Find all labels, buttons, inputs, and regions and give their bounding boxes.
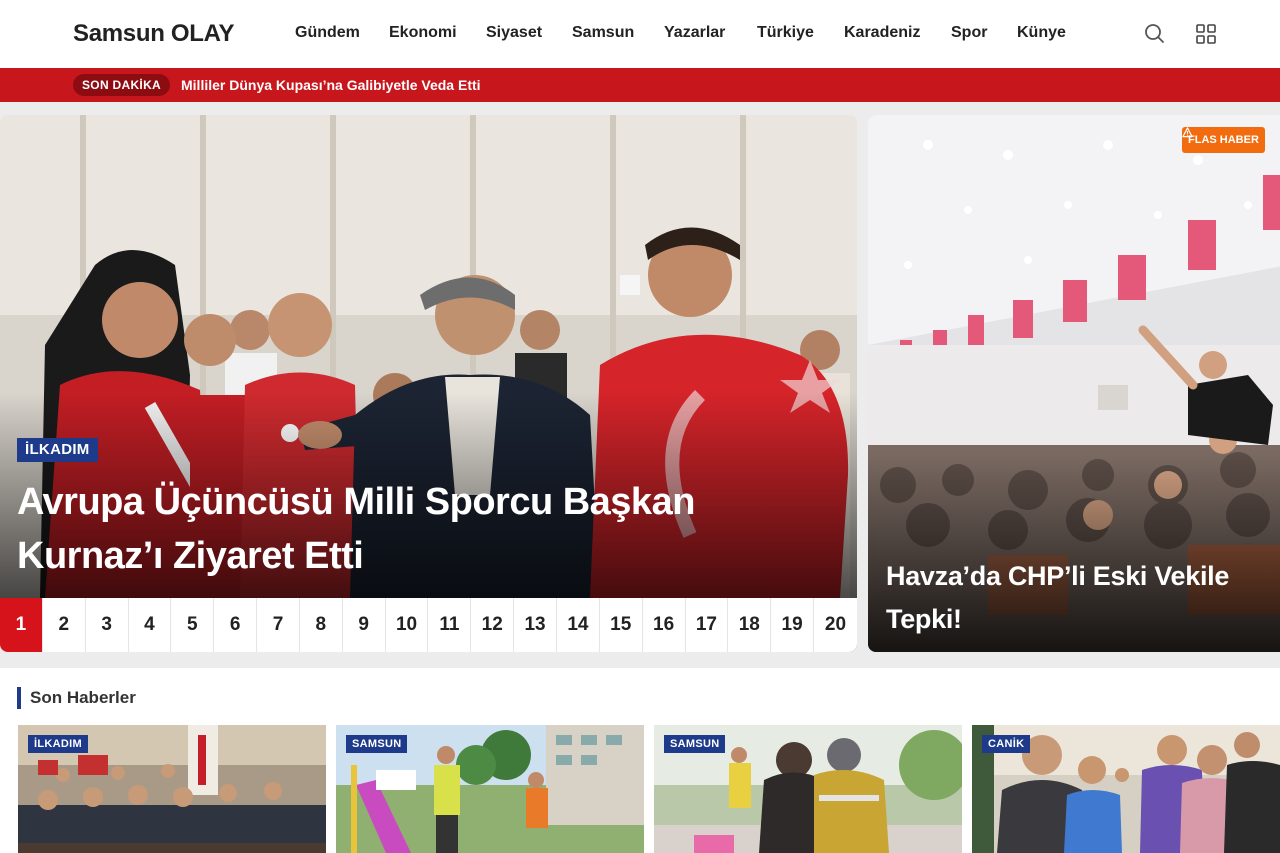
slider-page-button[interactable]: 9 [343, 598, 386, 652]
nav-ekonomi[interactable]: Ekonomi [389, 24, 457, 42]
flash-news-card[interactable]: FLAS HABER Havza’da CHP’li Eski Vekile T… [868, 115, 1280, 652]
slider-page-button[interactable]: 10 [386, 598, 429, 652]
slider-page-button[interactable]: 11 [428, 598, 472, 652]
flash-news-label: FLAS HABER [1188, 134, 1259, 146]
slider-page-button[interactable]: 13 [514, 598, 557, 652]
breaking-news-bar: SON DAKİKA Milliler Dünya Kupası’na Gali… [0, 68, 1280, 102]
breaking-label: SON DAKİKA [73, 74, 171, 96]
slider-page-button[interactable]: 19 [771, 598, 815, 652]
flash-news-title[interactable]: Havza’da CHP’li Eski Vekile Tepki! [886, 555, 1276, 641]
headline-category-badge[interactable]: İLKADIM [17, 438, 98, 462]
card-category-badge[interactable]: SAMSUN [664, 735, 726, 753]
site-header: Samsun OLAY Gündem Ekonomi Siyaset Samsu… [0, 0, 1280, 68]
news-card[interactable]: CANİK [972, 725, 1280, 853]
slider-page-button[interactable]: 3 [86, 598, 129, 652]
card-category-badge[interactable]: SAMSUN [346, 735, 408, 753]
news-card[interactable]: SAMSUN [654, 725, 962, 853]
grid-menu-icon[interactable] [1194, 22, 1218, 46]
nav-karadeniz[interactable]: Karadeniz [844, 24, 920, 42]
warning-icon [1182, 127, 1193, 138]
slider-page-button[interactable]: 6 [214, 598, 258, 652]
flash-news-badge: FLAS HABER [1182, 127, 1265, 153]
search-icon[interactable] [1143, 22, 1167, 46]
nav-spor[interactable]: Spor [951, 24, 987, 42]
slider-page-button[interactable]: 8 [300, 598, 343, 652]
breaking-headline[interactable]: Milliler Dünya Kupası’na Galibiyetle Ved… [181, 77, 481, 93]
card-category-badge[interactable]: İLKADIM [28, 735, 88, 753]
slider-page-button[interactable]: 7 [257, 598, 300, 652]
slider-page-button[interactable]: 17 [686, 598, 729, 652]
slider-page-button[interactable]: 14 [557, 598, 600, 652]
news-card[interactable]: SAMSUN [336, 725, 644, 853]
nav-samsun[interactable]: Samsun [572, 24, 634, 42]
slider-page-button[interactable]: 5 [171, 598, 215, 652]
nav-yazarlar[interactable]: Yazarlar [664, 24, 725, 42]
news-card[interactable]: İLKADIM [18, 725, 326, 853]
headline-title[interactable]: Avrupa Üçüncüsü Milli Sporcu Başkan Kurn… [17, 475, 847, 583]
slider-page-button[interactable]: 20 [814, 598, 857, 652]
slider-pagination: 1 2 3 4 5 6 7 8 9 10 11 12 13 14 15 16 1… [0, 598, 857, 652]
slider-page-button[interactable]: 4 [129, 598, 172, 652]
slider-page-button[interactable]: 16 [643, 598, 686, 652]
slider-page-button[interactable]: 12 [471, 598, 515, 652]
slider-page-button[interactable]: 15 [600, 598, 643, 652]
nav-gundem[interactable]: Gündem [295, 24, 360, 42]
headline-slider: İLKADIM Avrupa Üçüncüsü Milli Sporcu Baş… [0, 115, 857, 652]
slider-page-button[interactable]: 18 [728, 598, 772, 652]
slider-page-button[interactable]: 1 [0, 598, 43, 652]
nav-turkiye[interactable]: Türkiye [757, 24, 814, 42]
nav-kunye[interactable]: Künye [1017, 24, 1066, 42]
slider-page-button[interactable]: 2 [43, 598, 86, 652]
section-title: Son Haberler [30, 688, 136, 707]
nav-siyaset[interactable]: Siyaset [486, 24, 542, 42]
site-logo[interactable]: Samsun OLAY [73, 20, 235, 48]
section-accent-bar [17, 687, 21, 709]
card-category-badge[interactable]: CANİK [982, 735, 1031, 753]
